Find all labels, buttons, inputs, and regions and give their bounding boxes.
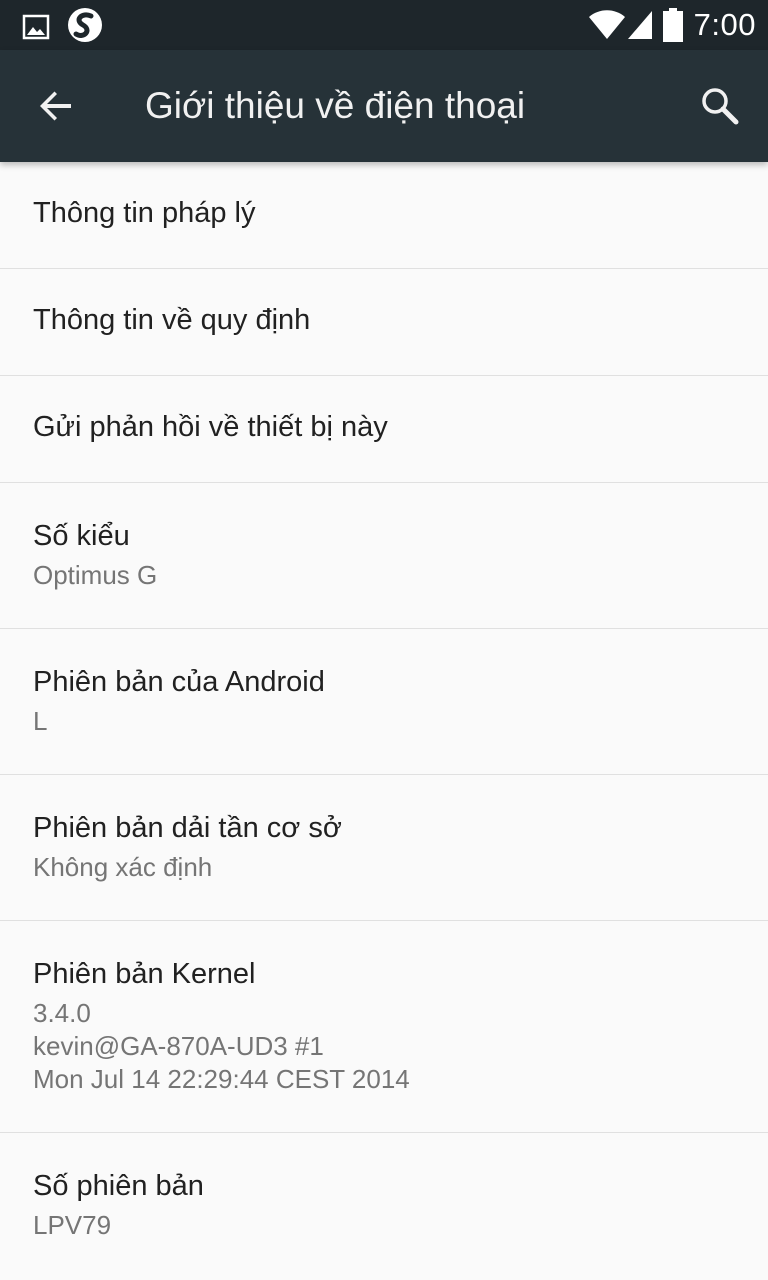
item-summary: LPV79: [33, 1210, 112, 1240]
model-number-item[interactable]: Số kiểu Optimus G: [0, 483, 768, 629]
item-summary: 3.4.0 kevin@GA-870A-UD3 #1 Mon Jul 14 22…: [33, 997, 735, 1096]
item-summary: L: [33, 706, 48, 736]
page-title: Giới thiệu về điện thoại: [145, 85, 526, 126]
image-icon: [22, 14, 50, 40]
baseband-version-item[interactable]: Phiên bản dải tần cơ sở Không xác định: [0, 775, 768, 921]
kernel-version-line: 3.4.0: [33, 998, 91, 1028]
legal-info-item[interactable]: Thông tin pháp lý: [0, 162, 768, 269]
wifi-icon: [588, 9, 626, 41]
item-title: Gửi phản hồi về thiết bị này: [33, 411, 388, 443]
status-bar: 7:00: [0, 0, 768, 50]
android-version-item[interactable]: Phiên bản của Android L: [0, 629, 768, 775]
back-button[interactable]: [28, 78, 84, 134]
send-feedback-item[interactable]: Gửi phản hồi về thiết bị này: [0, 376, 768, 483]
item-title: Số phiên bản: [33, 1170, 204, 1202]
kernel-version-item[interactable]: Phiên bản Kernel 3.4.0 kevin@GA-870A-UD3…: [0, 921, 768, 1133]
status-bar-left: [22, 6, 104, 44]
search-icon: [700, 86, 740, 126]
item-title: Số kiểu: [33, 520, 130, 552]
regulatory-info-item[interactable]: Thông tin về quy định: [0, 269, 768, 376]
item-summary: Optimus G: [33, 560, 158, 590]
status-bar-right: 7:00: [588, 5, 756, 45]
signal-icon: [626, 9, 654, 41]
settings-list: Thông tin pháp lý Thông tin về quy định …: [0, 162, 768, 1279]
item-summary: Không xác định: [33, 852, 213, 882]
battery-icon: [662, 8, 684, 42]
status-time: 7:00: [693, 7, 756, 42]
item-title: Thông tin về quy định: [33, 304, 311, 336]
toolbar: Giới thiệu về điện thoại: [0, 50, 768, 162]
item-title: Phiên bản của Android: [33, 666, 325, 698]
arrow-back-icon: [38, 88, 74, 124]
item-title: Phiên bản Kernel: [33, 958, 256, 990]
item-title: Phiên bản dải tần cơ sở: [33, 812, 342, 844]
swype-icon: [66, 6, 104, 44]
item-title: Thông tin pháp lý: [33, 197, 256, 229]
search-button[interactable]: [692, 78, 748, 134]
kernel-build-host-line: kevin@GA-870A-UD3 #1: [33, 1031, 324, 1061]
build-number-item[interactable]: Số phiên bản LPV79: [0, 1133, 768, 1279]
kernel-build-date-line: Mon Jul 14 22:29:44 CEST 2014: [33, 1064, 410, 1094]
